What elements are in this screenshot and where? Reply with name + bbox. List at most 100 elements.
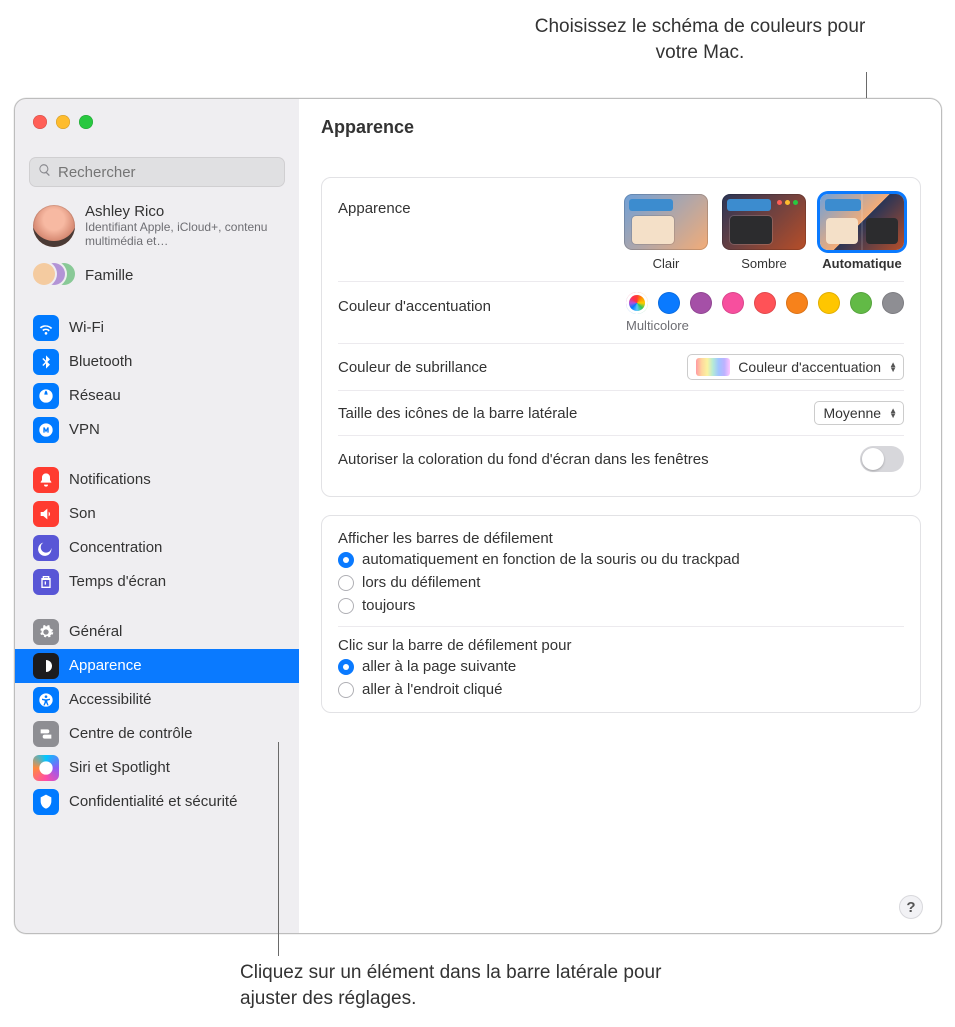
sidebar-item-controlcenter[interactable]: Centre de contrôle (15, 717, 299, 751)
radio-label: lors du défilement (362, 574, 480, 591)
search-field[interactable] (29, 157, 285, 187)
radio-label: aller à l'endroit cliqué (362, 681, 502, 698)
sidebar-item-label: Apparence (69, 657, 142, 674)
screentime-icon (33, 569, 59, 595)
sidebar-item-label: Notifications (69, 471, 151, 488)
radio-dot-icon (338, 598, 354, 614)
accessibility-icon (33, 687, 59, 713)
sidebar-item-screentime[interactable]: Temps d'écran (15, 565, 299, 599)
highlight-popup[interactable]: Couleur d'accentuation ▲▼ (687, 354, 904, 380)
sidebar-item-label: Famille (85, 267, 133, 284)
accent-swatches: Multicolore (626, 292, 904, 333)
highlight-value: Couleur d'accentuation (738, 359, 881, 375)
accent-swatch-2[interactable] (690, 292, 712, 314)
chevron-updown-icon: ▲▼ (889, 362, 897, 372)
highlight-row-label: Couleur de subrillance (338, 359, 487, 376)
accent-swatch-0[interactable] (626, 292, 648, 314)
highlight-chip-icon (696, 358, 730, 376)
sidebar: Ashley Rico Identifiant Apple, iCloud+, … (15, 99, 299, 933)
sidebar-item-general[interactable]: Général (15, 615, 299, 649)
scrollclick-option-1[interactable]: aller à l'endroit cliqué (338, 681, 904, 698)
accent-swatch-3[interactable] (722, 292, 744, 314)
sidebar-item-bluetooth[interactable]: Bluetooth (15, 345, 299, 379)
theme-label: Sombre (741, 256, 787, 271)
theme-thumb-light (624, 194, 708, 250)
accent-swatch-7[interactable] (850, 292, 872, 314)
accent-swatch-4[interactable] (754, 292, 776, 314)
sidebar-icon-size-popup[interactable]: Moyenne ▲▼ (814, 401, 904, 425)
sidebar-item-wifi[interactable]: Wi-Fi (15, 311, 299, 345)
search-input[interactable] (58, 164, 276, 181)
settings-window: Ashley Rico Identifiant Apple, iCloud+, … (14, 98, 942, 934)
appearance-icon (33, 653, 59, 679)
theme-label: Automatique (822, 256, 901, 271)
sidebar-item-label: Bluetooth (69, 353, 132, 370)
sidebar-item-accessibility[interactable]: Accessibilité (15, 683, 299, 717)
siri-icon (33, 755, 59, 781)
sound-icon (33, 501, 59, 527)
sidebar-item-label: VPN (69, 421, 100, 438)
sidebar-item-siri[interactable]: Siri et Spotlight (15, 751, 299, 785)
bluetooth-icon (33, 349, 59, 375)
callout-sidebar-hint: Cliquez sur un élément dans la barre lat… (240, 960, 690, 1011)
scrollbars-section: Afficher les barres de défilement automa… (338, 530, 904, 614)
wifi-icon (33, 315, 59, 341)
sidebar-item-notifications[interactable]: Notifications (15, 463, 299, 497)
sidebar-item-label: Accessibilité (69, 691, 152, 708)
sidebar-item-focus[interactable]: Concentration (15, 531, 299, 565)
network-icon (33, 383, 59, 409)
theme-option-light[interactable]: Clair (624, 194, 708, 271)
radio-dot-icon (338, 552, 354, 568)
scrollbars-option-2[interactable]: toujours (338, 597, 904, 614)
theme-label: Clair (653, 256, 680, 271)
sidebar-item-label: Son (69, 505, 96, 522)
appearance-options: Clair Sombre Automatique (624, 194, 904, 271)
sidebar-item-privacy[interactable]: Confidentialité et sécurité (15, 785, 299, 819)
user-name: Ashley Rico (85, 203, 285, 220)
scrollbars-heading: Afficher les barres de défilement (338, 530, 904, 547)
content-area: Apparence Clair Sombre Automatique Couleur… (321, 177, 921, 713)
controlcenter-icon (33, 721, 59, 747)
vpn-icon (33, 417, 59, 443)
radio-dot-icon (338, 682, 354, 698)
radio-label: aller à la page suivante (362, 658, 516, 675)
sidebar-item-network[interactable]: Réseau (15, 379, 299, 413)
sidebar-item-family[interactable]: Famille (15, 257, 299, 299)
scrollclick-option-0[interactable]: aller à la page suivante (338, 658, 904, 675)
privacy-icon (33, 789, 59, 815)
accent-selected-name: Multicolore (626, 318, 689, 333)
focus-icon (33, 535, 59, 561)
sidebar-item-label: Temps d'écran (69, 573, 166, 590)
general-icon (33, 619, 59, 645)
sidebar-icon-size-label: Taille des icônes de la barre latérale (338, 405, 577, 422)
sidebar-item-appearance[interactable]: Apparence (15, 649, 299, 683)
notifications-icon (33, 467, 59, 493)
theme-option-auto[interactable]: Automatique (820, 194, 904, 271)
sidebar-item-label: Général (69, 623, 122, 640)
sidebar-item-sound[interactable]: Son (15, 497, 299, 531)
accent-swatch-1[interactable] (658, 292, 680, 314)
radio-label: automatiquement en fonction de la souris… (362, 551, 740, 568)
radio-label: toujours (362, 597, 415, 614)
accent-swatch-5[interactable] (786, 292, 808, 314)
sidebar-item-apple-id[interactable]: Ashley Rico Identifiant Apple, iCloud+, … (15, 197, 299, 257)
appearance-panel: Apparence Clair Sombre Automatique Couleur… (321, 177, 921, 497)
chevron-updown-icon: ▲▼ (889, 408, 897, 418)
family-avatars (33, 263, 75, 289)
scrollclick-heading: Clic sur la barre de défilement pour (338, 637, 904, 654)
sidebar-item-label: Wi-Fi (69, 319, 104, 336)
wallpaper-tint-label: Autoriser la coloration du fond d'écran … (338, 451, 709, 468)
callout-color-scheme: Choisissez le schéma de couleurs pour vo… (530, 14, 870, 65)
accent-swatch-8[interactable] (882, 292, 904, 314)
theme-option-dark[interactable]: Sombre (722, 194, 806, 271)
user-subtitle: Identifiant Apple, iCloud+, contenu mult… (85, 220, 285, 249)
search-icon (38, 163, 58, 181)
scrollbars-option-0[interactable]: automatiquement en fonction de la souris… (338, 551, 904, 568)
appearance-row-label: Apparence (338, 194, 411, 217)
sidebar-item-vpn[interactable]: VPN (15, 413, 299, 447)
wallpaper-tint-toggle[interactable] (860, 446, 904, 472)
help-button[interactable]: ? (899, 895, 923, 919)
accent-swatch-6[interactable] (818, 292, 840, 314)
scrollbars-option-1[interactable]: lors du défilement (338, 574, 904, 591)
page-title: Apparence (321, 117, 414, 138)
